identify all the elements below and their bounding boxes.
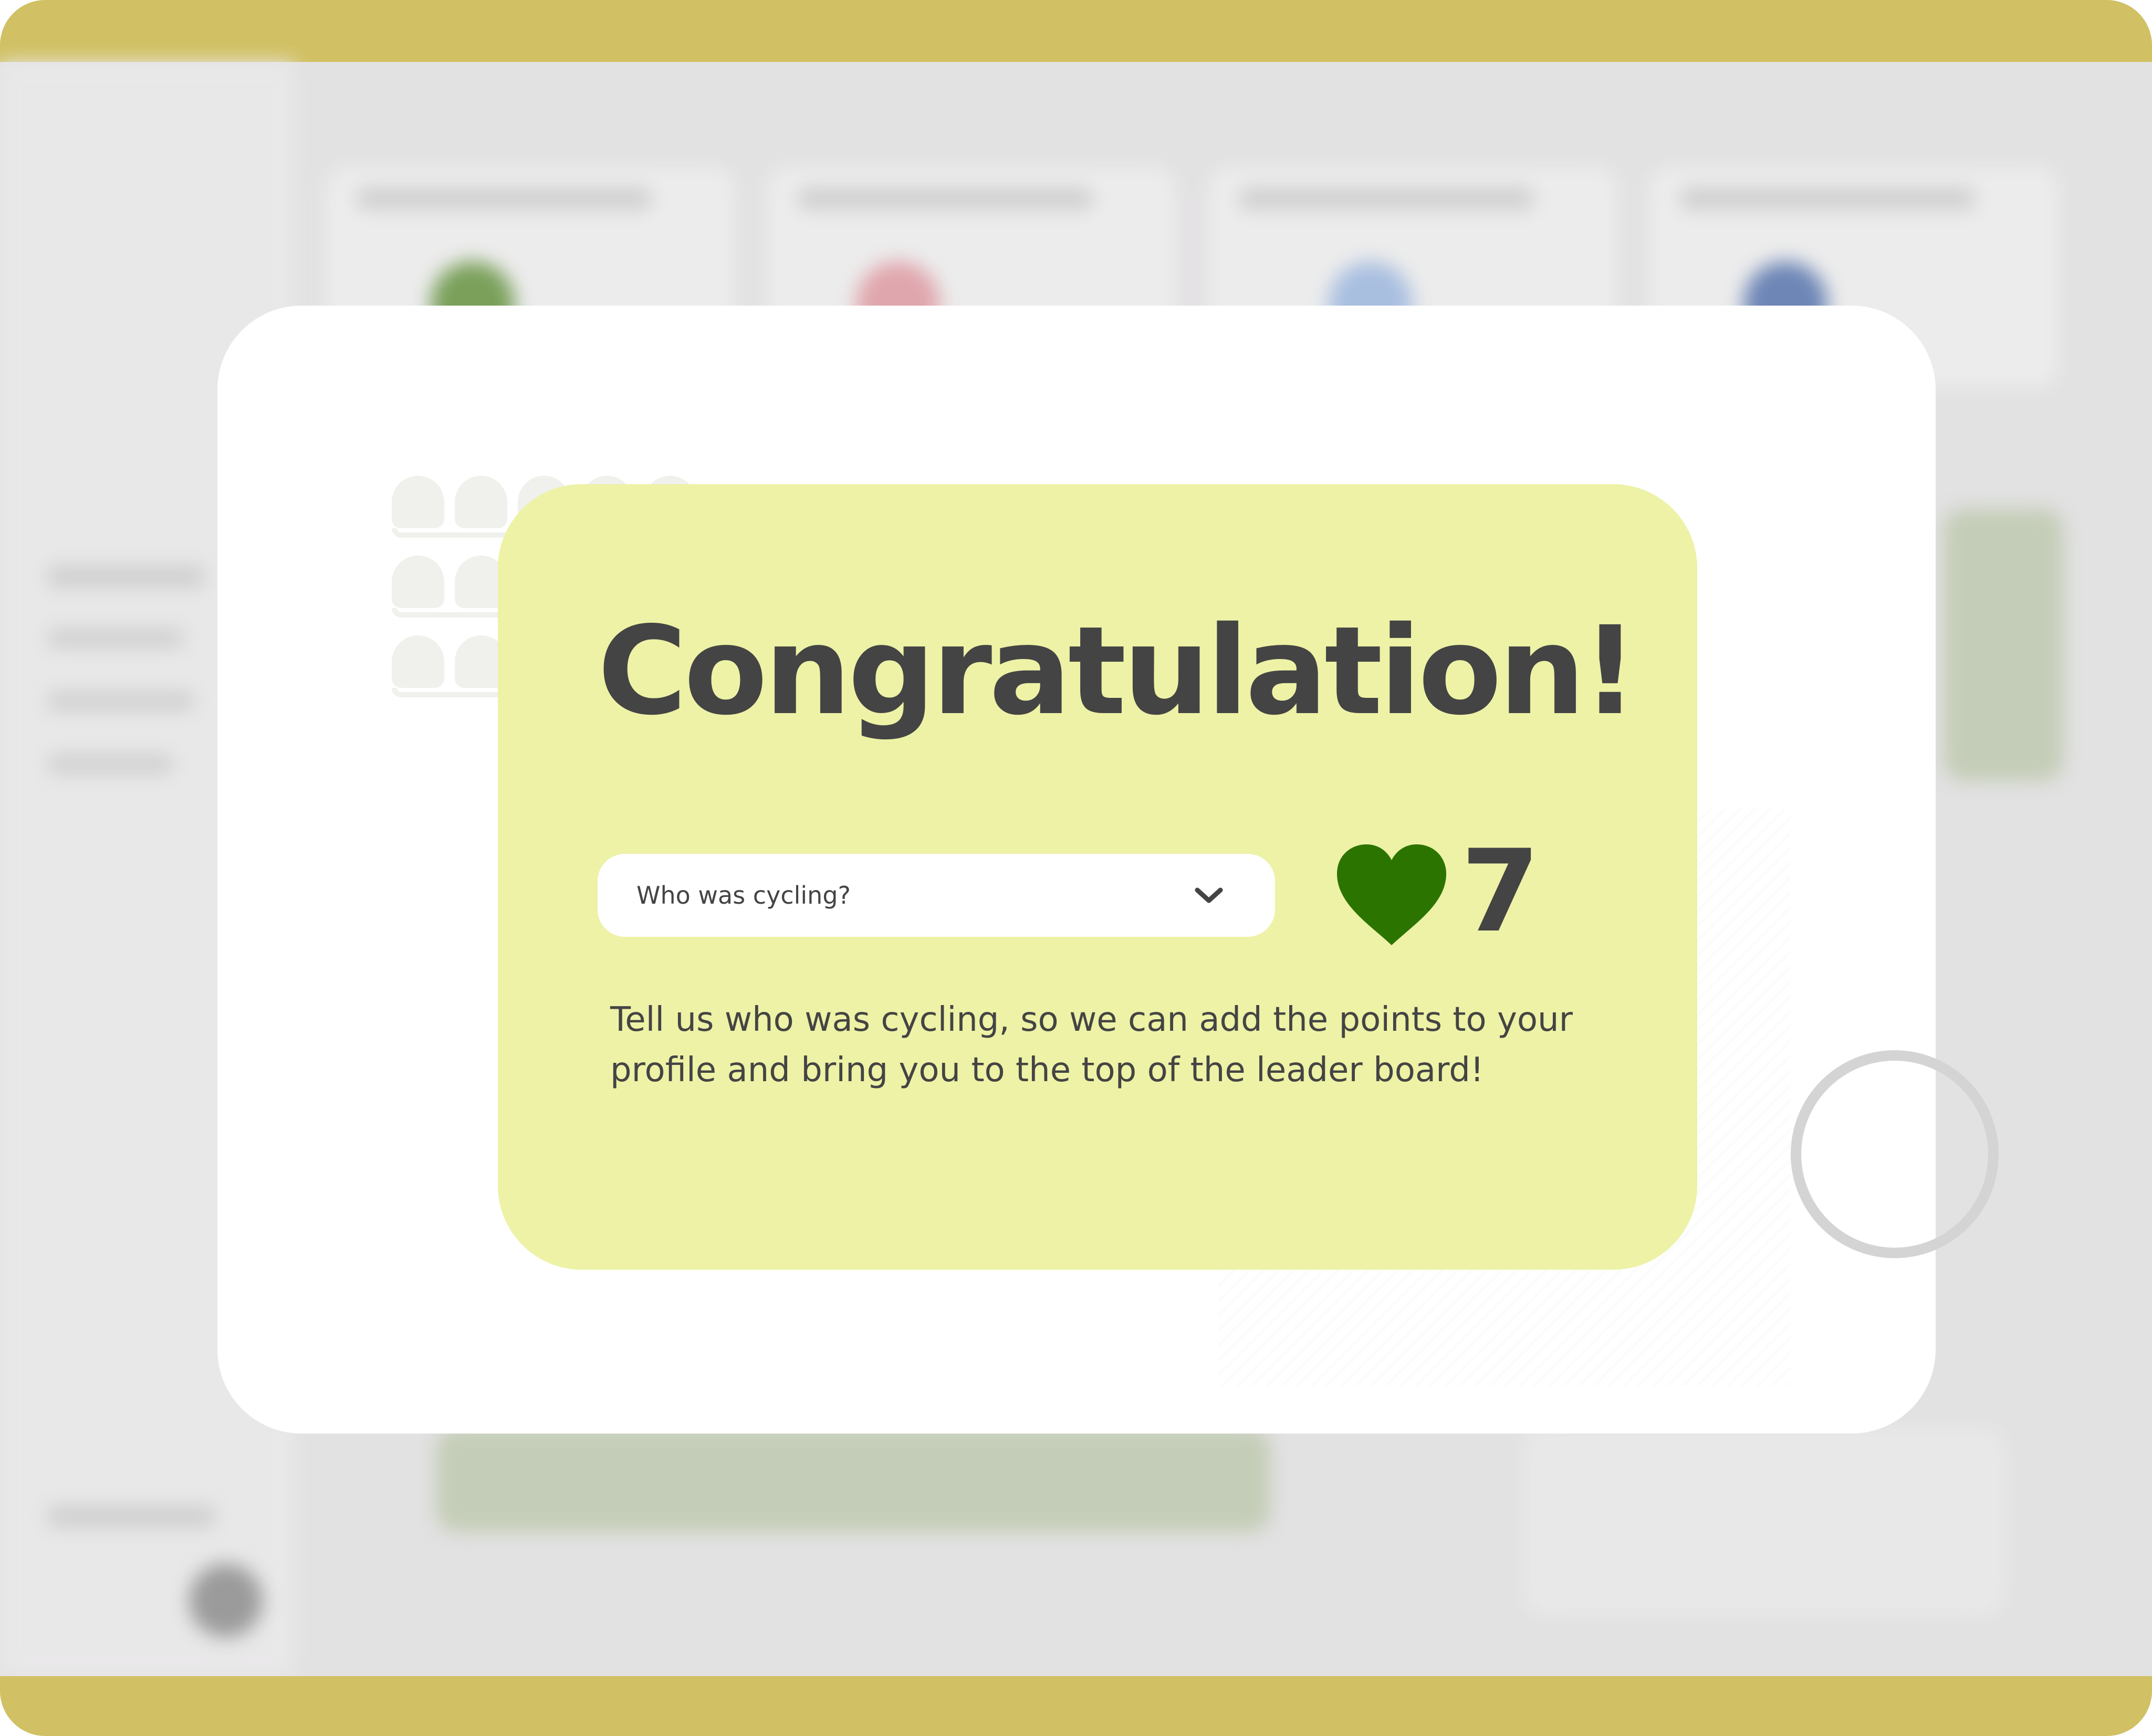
modal-description: Tell us who was cycling, so we can add t… xyxy=(610,1000,1573,1090)
cyclist-select-placeholder: Who was cycling? xyxy=(636,881,851,909)
background-card xyxy=(1523,1427,2006,1616)
background-sidebar-line xyxy=(47,755,173,773)
background-sidebar-line xyxy=(47,692,194,710)
cyclist-select[interactable]: Who was cycling? xyxy=(598,854,1275,937)
background-avatar xyxy=(189,1564,263,1637)
ghost-progress-ring xyxy=(1791,1050,1999,1258)
trophy-icon xyxy=(392,476,444,528)
background-sidebar-line xyxy=(47,629,184,647)
points-value: 7 xyxy=(1461,825,1540,957)
trophy-icon xyxy=(455,476,507,528)
background-green-panel xyxy=(1943,508,2064,781)
reward-card: Congratulation! Who was cycling? 7 Tell … xyxy=(498,484,1697,1270)
points-score: 7 xyxy=(1334,835,1607,956)
background-sidebar-line xyxy=(47,566,205,587)
trophy-icon xyxy=(392,556,444,608)
modal-title: Congratulation! xyxy=(598,600,1638,742)
chevron-down-icon xyxy=(1195,887,1223,903)
app-frame: Congratulation! Who was cycling? 7 Tell … xyxy=(0,0,2152,1736)
background-card-line xyxy=(1239,188,1533,209)
background-card-line xyxy=(1680,188,1975,209)
background-green-button xyxy=(436,1427,1271,1532)
heart-icon xyxy=(1337,844,1446,945)
background-sidebar-line xyxy=(47,1506,215,1527)
background-card-line xyxy=(357,188,651,209)
background-card-line xyxy=(798,188,1092,209)
bottom-bar xyxy=(0,1676,2152,1736)
top-bar xyxy=(0,0,2152,62)
trophy-icon xyxy=(392,635,444,688)
